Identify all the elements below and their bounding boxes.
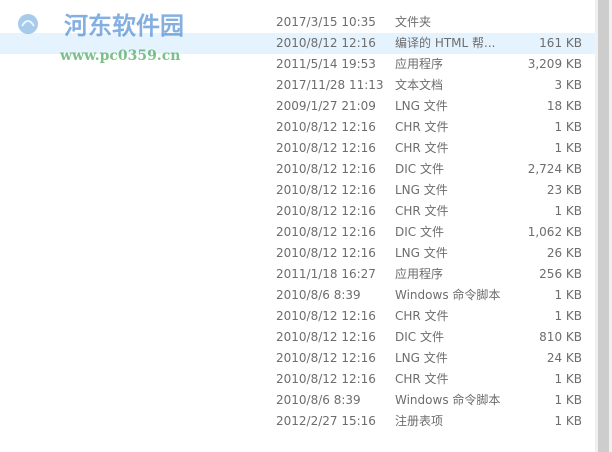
- file-date-modified: 2017/11/28 11:13: [276, 78, 384, 92]
- file-row[interactable]: special.chr2010/8/12 12:16CHR 文件1 KB: [0, 369, 612, 390]
- file-row[interactable]: 注册.reg2012/2/27 15:16注册表项1 KB: [0, 411, 612, 432]
- file-type: Windows 命令脚本: [395, 288, 501, 302]
- file-row[interactable]: russian.lng2010/8/12 12:16LNG 文件24 KB: [0, 348, 612, 369]
- file-type: Windows 命令脚本: [395, 393, 501, 407]
- file-date-modified: 2010/8/12 12:16: [276, 372, 376, 386]
- file-row[interactable]: unreg_ext.cmd2010/8/6 8:39Windows 命令脚本1 …: [0, 390, 612, 411]
- file-size: 161 KB: [539, 36, 582, 50]
- file-date-modified: 2010/8/12 12:16: [276, 309, 376, 323]
- file-type: CHR 文件: [395, 204, 449, 218]
- file-date-modified: 2010/8/12 12:16: [276, 36, 376, 50]
- file-date-modified: 2010/8/12 12:16: [276, 141, 376, 155]
- file-date-modified: 2010/8/12 12:16: [276, 183, 376, 197]
- file-date-modified: 2010/8/12 12:16: [276, 225, 376, 239]
- file-type: CHR 文件: [395, 309, 449, 323]
- file-row[interactable]: apdfpr4.log2017/11/28 11:13文本文档3 KB: [0, 75, 612, 96]
- file-type: 文件夹: [395, 15, 432, 29]
- file-row[interactable]: reg_ext.cmd2010/8/6 8:39Windows 命令脚本1 KB: [0, 285, 612, 306]
- file-size: 3 KB: [554, 78, 582, 92]
- file-row[interactable]: chinese_simp.lng2009/1/27 21:09LNG 文件18 …: [0, 96, 612, 117]
- file-date-modified: 2011/5/14 19:53: [276, 57, 376, 71]
- file-size: 1 KB: [554, 120, 582, 134]
- file-date-modified: 2011/1/18 16:27: [276, 267, 376, 281]
- file-type: 应用程序: [395, 57, 444, 71]
- file-row[interactable]: GPUManager.exe2011/1/18 16:27应用程序256 KB: [0, 264, 612, 285]
- file-row[interactable]: russian.chr2010/8/12 12:16CHR 文件1 KB: [0, 306, 612, 327]
- file-date-modified: 2012/2/27 15:16: [276, 414, 376, 428]
- file-type: DIC 文件: [395, 330, 444, 344]
- file-date-modified: 2010/8/12 12:16: [276, 330, 376, 344]
- file-date-modified: 2010/8/12 12:16: [276, 246, 376, 260]
- file-size: 256 KB: [539, 267, 582, 281]
- file-type: 编译的 HTML 帮...: [395, 36, 496, 50]
- vertical-scrollbar[interactable]: [595, 0, 612, 452]
- file-list: Common Files2017/3/15 10:35文件夹?apdfpr.ch…: [0, 12, 612, 432]
- file-size: 1 KB: [554, 204, 582, 218]
- file-row[interactable]: russian.dic2010/8/12 12:16DIC 文件810 KB: [0, 327, 612, 348]
- file-type: DIC 文件: [395, 225, 444, 239]
- file-size: 2,724 KB: [527, 162, 582, 176]
- file-row[interactable]: digits.chr2010/8/12 12:16CHR 文件1 KB: [0, 117, 612, 138]
- file-type: 文本文档: [395, 78, 444, 92]
- file-row[interactable]: ?apdfpr.chm2010/8/12 12:16编译的 HTML 帮...1…: [0, 33, 612, 54]
- file-size: 1 KB: [554, 393, 582, 407]
- file-date-modified: 2010/8/12 12:16: [276, 120, 376, 134]
- file-type: LNG 文件: [395, 183, 448, 197]
- file-row[interactable]: english.dic2010/8/12 12:16DIC 文件2,724 KB: [0, 159, 612, 180]
- file-date-modified: 2010/8/6 8:39: [276, 288, 361, 302]
- file-size: 1 KB: [554, 414, 582, 428]
- file-row[interactable]: german.dic2010/8/12 12:16DIC 文件1,062 KB: [0, 222, 612, 243]
- file-date-modified: 2010/8/12 12:16: [276, 351, 376, 365]
- file-row[interactable]: german.chr2010/8/12 12:16CHR 文件1 KB: [0, 201, 612, 222]
- file-row[interactable]: Common Files2017/3/15 10:35文件夹: [0, 12, 612, 33]
- file-type: DIC 文件: [395, 162, 444, 176]
- file-size: 1 KB: [554, 372, 582, 386]
- file-size: 1 KB: [554, 309, 582, 323]
- file-row[interactable]: AAPDFPR.EXE2011/5/14 19:53应用程序3,209 KB: [0, 54, 612, 75]
- file-size: 18 KB: [546, 99, 582, 113]
- file-size: 23 KB: [546, 183, 582, 197]
- file-row[interactable]: english.lng2010/8/12 12:16LNG 文件23 KB: [0, 180, 612, 201]
- file-type: CHR 文件: [395, 120, 449, 134]
- file-type: 注册表项: [395, 414, 444, 428]
- file-size: 1,062 KB: [527, 225, 582, 239]
- file-size: 26 KB: [546, 246, 582, 260]
- file-type: CHR 文件: [395, 372, 449, 386]
- file-size: 1 KB: [554, 141, 582, 155]
- file-size: 24 KB: [546, 351, 582, 365]
- file-row[interactable]: german.lng2010/8/12 12:16LNG 文件26 KB: [0, 243, 612, 264]
- file-date-modified: 2017/3/15 10:35: [276, 15, 376, 29]
- file-date-modified: 2010/8/12 12:16: [276, 204, 376, 218]
- file-type: CHR 文件: [395, 141, 449, 155]
- file-type: LNG 文件: [395, 99, 448, 113]
- file-type: LNG 文件: [395, 246, 448, 260]
- file-type: LNG 文件: [395, 351, 448, 365]
- file-row[interactable]: english.chr2010/8/12 12:16CHR 文件1 KB: [0, 138, 612, 159]
- scrollbar-thumb[interactable]: [598, 0, 609, 452]
- file-size: 1 KB: [554, 288, 582, 302]
- file-date-modified: 2010/8/6 8:39: [276, 393, 361, 407]
- file-date-modified: 2009/1/27 21:09: [276, 99, 376, 113]
- file-size: 3,209 KB: [527, 57, 582, 71]
- file-type: 应用程序: [395, 267, 444, 281]
- file-date-modified: 2010/8/12 12:16: [276, 162, 376, 176]
- file-size: 810 KB: [539, 330, 582, 344]
